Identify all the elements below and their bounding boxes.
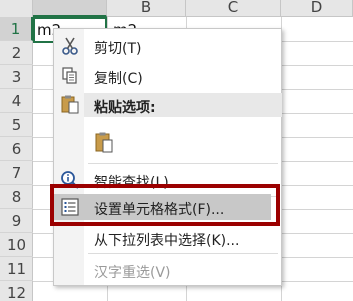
menu-item-label: 复制(C) <box>94 71 143 87</box>
row-header-3[interactable]: 3 <box>0 65 33 89</box>
column-header-b[interactable]: B <box>107 0 186 17</box>
menu-separator <box>88 163 278 164</box>
column-header-c[interactable]: C <box>186 0 281 17</box>
row-header-column: 1 2 3 4 5 6 7 8 9 10 11 12 <box>0 17 33 301</box>
menu-item-pick-from-list[interactable]: 从下拉列表中选择(K)... <box>54 225 281 251</box>
menu-item-label: 汉字重选(V) <box>94 265 171 281</box>
row-header-5[interactable]: 5 <box>0 113 33 137</box>
paste-options-header: 粘贴选项: <box>84 93 282 117</box>
menu-item-label: 剪切(T) <box>94 41 142 57</box>
highlight-annotation-box <box>50 184 280 226</box>
context-menu: 剪切(T) 复制(C) 粘贴选项: 智能查找(L) 设置单元格格式(F)... … <box>53 28 282 286</box>
menu-item-hanzi-reconvert[interactable]: 汉字重选(V) <box>54 257 281 283</box>
scissors-icon <box>60 36 80 56</box>
paste-option-icon[interactable] <box>94 131 114 153</box>
row-header-9[interactable]: 9 <box>0 209 33 233</box>
menu-item-paste-default[interactable] <box>54 125 281 159</box>
row-header-7[interactable]: 7 <box>0 161 33 185</box>
row-header-8[interactable]: 8 <box>0 185 33 209</box>
row-header-1[interactable]: 1 <box>0 17 33 41</box>
paste-options-label: 粘贴选项: <box>94 100 156 116</box>
column-header-d[interactable]: D <box>281 0 353 17</box>
row-header-2[interactable]: 2 <box>0 41 33 65</box>
select-all-corner[interactable] <box>0 0 33 17</box>
row-header-11[interactable]: 11 <box>0 257 33 281</box>
menu-item-label: 从下拉列表中选择(K)... <box>94 233 240 249</box>
copy-icon <box>60 66 80 86</box>
row-header-12[interactable]: 12 <box>0 281 33 301</box>
row-header-4[interactable]: 4 <box>0 89 33 113</box>
row-header-10[interactable]: 10 <box>0 233 33 257</box>
row-header-6[interactable]: 6 <box>0 137 33 161</box>
paste-icon <box>60 94 80 114</box>
menu-item-copy[interactable]: 复制(C) <box>54 63 281 89</box>
column-header-row: B C D <box>0 0 353 17</box>
column-header-a[interactable] <box>33 0 107 17</box>
menu-item-cut[interactable]: 剪切(T) <box>54 33 281 59</box>
menu-separator <box>88 253 278 254</box>
